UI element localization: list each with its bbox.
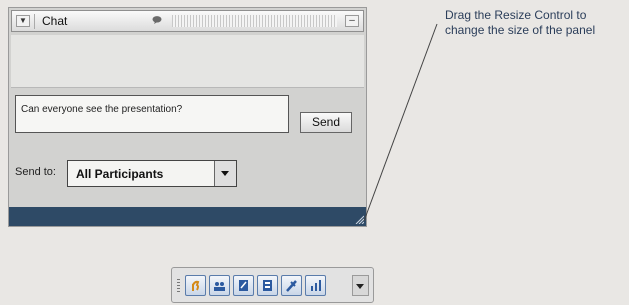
participants-icon[interactable] — [209, 275, 230, 296]
toolbar-menu-dropdown-icon[interactable] — [352, 275, 369, 296]
callout-line-1: Drag the Resize Control to — [445, 8, 587, 22]
panels-toolbar — [171, 267, 374, 303]
notes-icon[interactable] — [233, 275, 254, 296]
resize-callout: Drag the Resize Control to change the si… — [445, 8, 595, 38]
callout-line-2: change the size of the panel — [445, 23, 596, 37]
poll-icon[interactable] — [305, 275, 326, 296]
captions-icon[interactable] — [257, 275, 278, 296]
raise-hand-icon[interactable] — [185, 275, 206, 296]
callout-pointer-line — [363, 23, 438, 222]
toolbar-grip[interactable] — [177, 279, 180, 293]
annotate-icon[interactable] — [281, 275, 302, 296]
